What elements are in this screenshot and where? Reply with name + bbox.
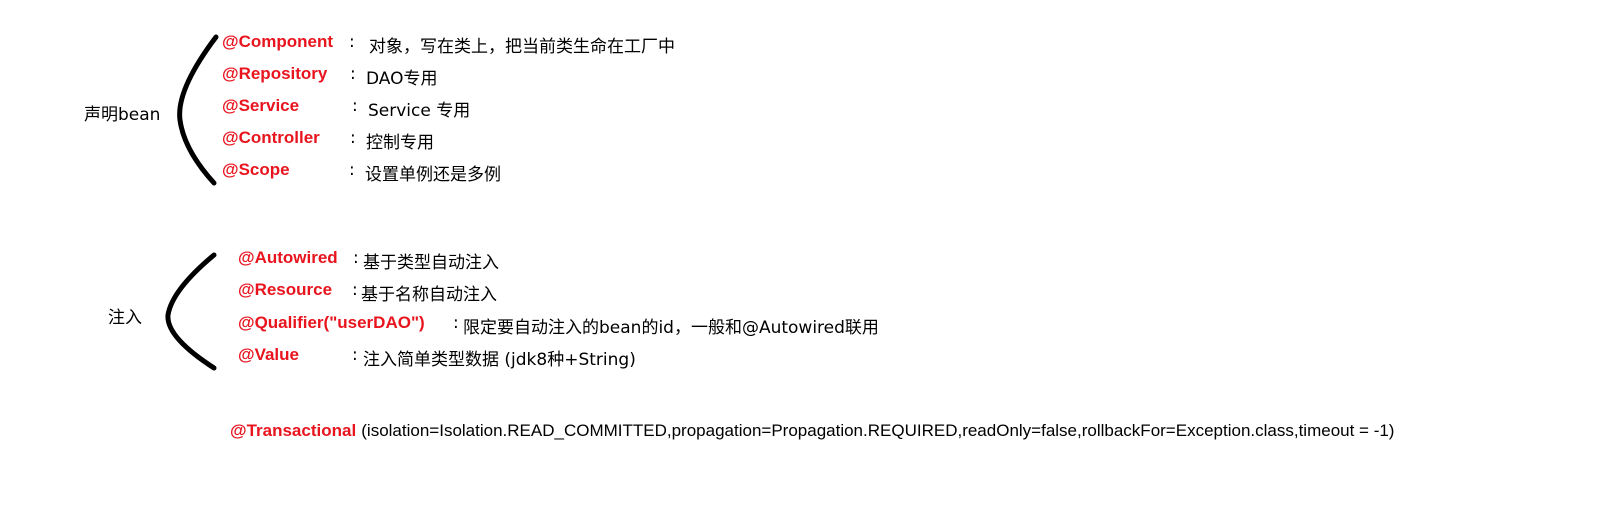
value-annotation: @Value [238, 345, 299, 364]
resource-annotation: @Resource [238, 280, 333, 299]
transactional-annotation: @Transactional [230, 421, 357, 440]
autowired-annotation: @Autowired [238, 248, 338, 267]
resource-description: 基于名称自动注入 [361, 285, 497, 305]
service-annotation: @Service [222, 96, 300, 115]
service-separator: : [352, 96, 358, 116]
controller-separator: : [350, 128, 356, 148]
declare-bean-label: 声明bean [84, 105, 161, 125]
scope-description: 设置单例还是多例 [365, 165, 501, 185]
repository-description: DAO专用 [366, 69, 438, 89]
autowired-description: 基于类型自动注入 [363, 253, 499, 273]
value-description: 注入简单类型数据 (jdk8种+String) [363, 350, 636, 370]
inject-brace [165, 252, 217, 371]
qualifier-description: 限定要自动注入的bean的id，一般和@Autowired联用 [463, 318, 879, 338]
declare-bean-brace [177, 34, 219, 186]
service-description: Service 专用 [368, 101, 471, 121]
scope-annotation: @Scope [222, 160, 290, 179]
component-separator: : [349, 32, 355, 52]
repository-annotation: @Repository [222, 64, 328, 83]
repository-separator: : [350, 64, 356, 84]
qualifier-annotation: @Qualifier("userDAO") [238, 313, 425, 332]
value-separator: : [352, 345, 358, 365]
resource-separator: : [352, 280, 358, 300]
scope-separator: : [349, 160, 355, 180]
component-description: 对象，写在类上，把当前类生命在工厂中 [369, 37, 675, 57]
controller-annotation: @Controller [222, 128, 320, 147]
autowired-separator: : [353, 248, 359, 268]
controller-description: 控制专用 [366, 133, 434, 153]
inject-label: 注入 [108, 308, 142, 328]
qualifier-separator: : [453, 313, 459, 333]
transactional-params: (isolation=Isolation.READ_COMMITTED,prop… [361, 421, 1395, 440]
transactional-line: @Transactional (isolation=Isolation.READ… [230, 421, 1394, 441]
component-annotation: @Component [222, 32, 334, 51]
